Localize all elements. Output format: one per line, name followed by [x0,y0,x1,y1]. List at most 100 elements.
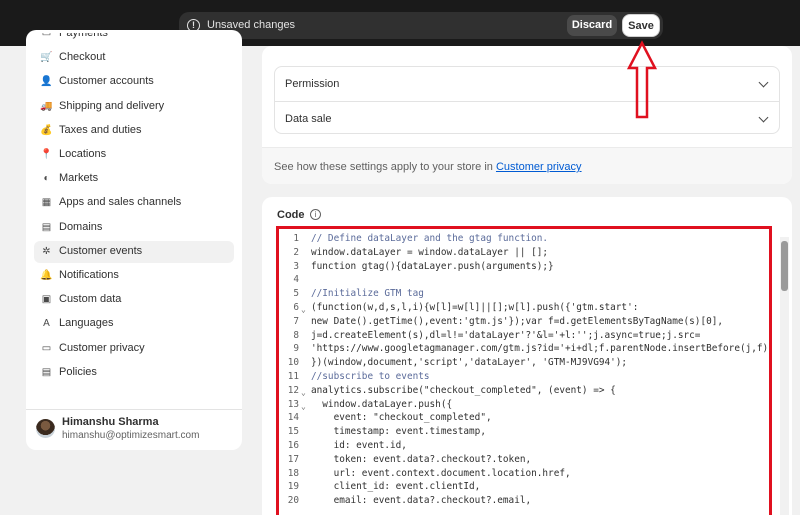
code-line: 16 id: event.id, [279,439,769,453]
line-number: 16 [287,440,299,451]
sidebar-item-apps-and-sales-channels[interactable]: ▦ Apps and sales channels [34,192,234,214]
line-number: 12 [287,384,299,396]
line-number: 8 [293,329,299,341]
sidebar-item-label: Notifications [59,269,119,281]
sidebar-item-label: Customer privacy [59,341,145,354]
sidebar-item-label: Custom data [59,293,122,306]
line-number: 3 [293,260,299,272]
code-line: 12 ⌄ analytics.subscribe("checkout_complet… [279,384,769,398]
accordion-label: Data sale [285,113,332,125]
code-text: // Define dataLayer and the gtag functio… [311,233,549,244]
user-name: Himanshu Sharma [62,416,159,428]
customer-privacy-link[interactable]: Customer privacy [496,161,582,173]
code-editor[interactable]: 1 // Define dataLayer and the gtag functi… [276,226,772,515]
sidebar-item-customer-privacy[interactable]: ▭ Customer privacy [34,338,234,360]
code-line: 5 //Initialize GTM tag [279,287,769,301]
sidebar-item-label: Customer events [59,244,143,257]
line-number: 14 [287,412,299,424]
line-number: 19 [287,481,299,493]
code-text: j=d.createElement(s),dl=l!='dataLayer'?'… [311,329,701,341]
sidebar-item-domains[interactable]: ▤ Domains [34,217,234,239]
line-number: 5 [293,288,299,300]
custom-data-icon: ▣ [41,294,52,306]
code-line: 7 new Date().getTime(),event:'gtm.js'});v… [279,315,769,329]
line-number: 6 [293,302,299,313]
sidebar-item-label: Shipping and delivery [59,99,165,112]
code-line: 8 j=d.createElement(s),dl=l!='dataLayer'?… [279,329,769,343]
code-text: window.dataLayer = window.dataLayer || [… [311,246,549,258]
code-text: (function(w,d,s,l,i){w[l]=w[l]||[];w[l].… [311,302,639,313]
sidebar-item-markets[interactable]: ◐ Markets [34,168,234,190]
cart-icon: 🛒 [40,52,53,64]
sidebar-item-languages[interactable]: A Languages [34,313,234,335]
sidebar-item-customer-accounts[interactable]: 👤 Customer accounts [34,71,234,93]
sidebar-item-taxes-and-duties[interactable]: 💰 Taxes and duties [34,120,234,142]
languages-icon: A [43,318,50,330]
code-text: //subscribe to events [311,371,430,382]
truck-icon: 🚚 [40,100,53,112]
chevron-down-icon [758,77,769,88]
line-number: 15 [287,426,299,438]
sidebar-item-label: Languages [59,317,114,330]
chevron-down-icon [758,112,769,123]
sidebar-item-label: Locations [59,148,107,160]
code-text: timestamp: event.timestamp, [311,426,486,438]
code-text: token: event.data?.checkout?.token, [311,453,532,465]
code-line: 3 function gtag(){dataLayer.push(argument… [279,260,769,274]
sidebar-item-label: Domains [59,220,103,233]
line-number: 9 [293,343,299,355]
code-line: 17 token: event.data?.checkout?.token, [279,453,769,467]
sidebar-item-shipping-and-delivery[interactable]: 🚚 Shipping and delivery [34,96,234,118]
settings-sidebar: ▭ Payments 🛒 Checkout 👤 Customer accounts 🚚 Shi… [26,30,242,450]
customer-events-icon: ✲ [42,245,51,257]
code-line: 9 'https://www.googletagmanager.com/gtm.j… [279,342,769,356]
customer-privacy-settings-card: Permission Data sale See how these setti… [262,46,792,184]
accordion-label: Permission [285,78,340,90]
bell-icon: 🔔 [40,270,53,281]
code-line: 2 window.dataLayer = window.dataLayer || … [279,246,769,260]
line-number: 10 [287,357,299,369]
location-pin-icon: 📍 [40,149,53,160]
code-text: 'https://www.googletagmanager.com/gtm.js… [311,343,772,355]
sidebar-item-label: Customer accounts [59,75,154,88]
domains-icon: ▤ [41,221,52,233]
code-text: id: event.id, [311,440,407,451]
code-line: 11 //subscribe to events [279,370,769,384]
code-text: url: event.context.document.location.hre… [311,467,571,479]
accordion: Permission Data sale [274,66,780,134]
discard-button[interactable]: Discard [567,15,617,36]
save-button[interactable]: Save [622,14,660,37]
sidebar-item-customer-events[interactable]: ✲ Customer events [34,240,234,263]
sidebar-item-custom-data[interactable]: ▣ Custom data [34,289,234,311]
info-icon[interactable]: i [310,209,321,220]
accordion-item-data-sale[interactable]: Data sale [275,101,779,133]
code-text: window.dataLayer.push({ [311,398,453,410]
code-line: 15 timestamp: event.timestamp, [279,425,769,439]
line-number: 11 [287,371,299,382]
code-text: })(window,document,'script','dataLayer',… [311,357,628,369]
sidebar-item-locations[interactable]: 📍 Locations [34,144,234,166]
line-number: 17 [287,453,299,465]
code-line: 4 [279,273,769,287]
code-line: 20 email: event.data?.checkout?.email, [279,494,769,508]
sidebar-item-checkout[interactable]: 🛒 Checkout [34,47,234,69]
code-line: 10 })(window,document,'script','dataLayer… [279,356,769,370]
avatar[interactable] [36,419,55,438]
code-line: 13 ⌄ window.dataLayer.push({ [279,398,769,412]
line-number: 20 [287,495,299,507]
red-arrow-annotation [626,40,658,119]
privacy-note-text: See how these settings apply to your sto… [274,161,496,173]
tax-icon: 💰 [40,124,53,136]
apps-icon: ▦ [41,197,52,209]
code-card: Code i 1 // Define dataLayer and the gtag… [262,197,792,515]
code-line: 6 ⌄ (function(w,d,s,l,i){w[l]=w[l]||[];w[l… [279,301,769,315]
sidebar-item-policies[interactable]: ▤ Policies [34,362,234,384]
sidebar-item-label: Taxes and duties [59,123,142,136]
sidebar-item-notifications[interactable]: 🔔 Notifications [34,265,234,287]
scrollbar-thumb[interactable] [781,241,788,291]
code-line: 14 event: "checkout_completed", [279,411,769,425]
code-text: email: event.data?.checkout?.email, [311,495,532,507]
accordion-item-permission[interactable]: Permission [275,67,779,101]
line-number: 4 [293,274,299,286]
line-number: 13 [287,398,299,410]
